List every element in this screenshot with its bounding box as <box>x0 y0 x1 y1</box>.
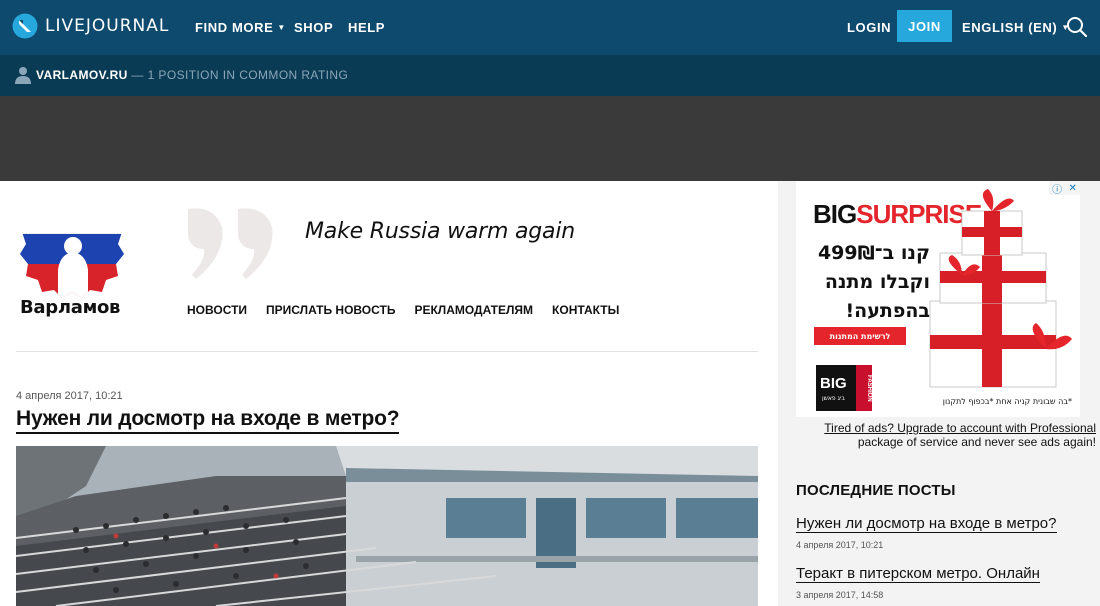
search-icon[interactable] <box>1066 16 1088 38</box>
adchoices-icon[interactable]: ⓘ <box>1052 181 1062 196</box>
advertisement[interactable]: BIGSURPRISE קנו ב־499₪ וקבלו מתנה בהפתעה… <box>796 181 1080 417</box>
recent-post-date: 4 апреля 2017, 10:21 <box>796 540 884 550</box>
language-label: ENGLISH (EN) <box>962 20 1058 35</box>
livejournal-logo[interactable]: LIVEJOURNAL <box>12 13 169 39</box>
gift-boxes-image <box>929 189 1072 388</box>
russian-flag-logo-icon <box>20 204 124 298</box>
recent-post-item: Нужен ли досмотр на входе в метро? 4 апр… <box>796 513 1086 550</box>
ad-brand-sub: ביג פאשן <box>822 395 845 402</box>
user-icon <box>15 67 31 84</box>
ad-line: בהפתעה! <box>845 300 931 322</box>
post-title[interactable]: Нужен ли досмотр на входе в метро? <box>16 406 400 434</box>
journal-info: VARLAMOV.RU — 1 POSITION IN COMMON RATIN… <box>36 68 348 82</box>
ad-title-big: BIG <box>813 199 857 229</box>
top-navigation-bar: LIVEJOURNAL FIND MORE ▼ SHOP HELP LOGIN … <box>0 0 1100 55</box>
header-banner <box>0 96 1100 181</box>
nav-help[interactable]: HELP <box>348 0 385 55</box>
join-label: JOIN <box>908 18 941 34</box>
quote-icon <box>188 208 273 279</box>
nav-shop[interactable]: SHOP <box>294 0 333 55</box>
site-navigation: НОВОСТИ ПРИСЛАТЬ НОВОСТЬ РЕКЛАМОДАТЕЛЯМ … <box>187 303 619 317</box>
journal-info-bar: VARLAMOV.RU — 1 POSITION IN COMMON RATIN… <box>0 55 1100 96</box>
post-date: 4 апреля 2017, 10:21 <box>16 390 123 402</box>
language-selector[interactable]: ENGLISH (EN) ▼ <box>962 0 1070 55</box>
nav-find-more[interactable]: FIND MORE ▼ <box>195 0 286 55</box>
upgrade-text: package of service and never see ads aga… <box>857 435 1096 449</box>
recent-post-item: Теракт в питерском метро. Онлайн 3 апрел… <box>796 563 1086 600</box>
upgrade-link[interactable]: Tired of ads? Upgrade to account with Pr… <box>824 421 1096 435</box>
nav-find-more-label: FIND MORE <box>195 20 274 35</box>
recent-post-link[interactable]: Нужен ли досмотр на входе в метро? <box>796 515 1057 533</box>
site-logo[interactable]: Варламов <box>20 200 128 318</box>
recent-posts-heading: ПОСЛЕДНИЕ ПОСТЫ <box>796 482 956 499</box>
ad-hebrew-text: קנו ב־499₪ וקבלו מתנה בהפתעה! <box>814 239 930 326</box>
ad-footnote: *בה שבונית קניה אחת *בכפוף לתקנון <box>942 397 1072 406</box>
ad-line: וקבלו מתנה <box>824 271 930 293</box>
nav-news[interactable]: НОВОСТИ <box>187 303 247 317</box>
site-slogan: Make Russia warm again <box>305 219 575 244</box>
join-button[interactable]: JOIN <box>897 10 952 42</box>
nav-send-news[interactable]: ПРИСЛАТЬ НОВОСТЬ <box>266 303 395 317</box>
post-image-metro-crowd[interactable] <box>16 446 758 606</box>
nav-help-label: HELP <box>348 20 386 35</box>
nav-shop-label: SHOP <box>294 20 334 35</box>
nav-contacts[interactable]: КОНТАКТЫ <box>552 303 619 317</box>
ad-upgrade-notice: Tired of ads? Upgrade to account with Pr… <box>786 421 1096 449</box>
rating-text: — 1 POSITION IN COMMON RATING <box>131 68 349 82</box>
ad-line: קנו ב־499₪ <box>817 242 930 264</box>
close-icon[interactable]: ✕ <box>1068 183 1076 194</box>
ad-brand-vertical: FASHION <box>866 374 872 402</box>
ad-choices[interactable]: ⓘ ✕ <box>1049 181 1080 196</box>
livejournal-logo-icon <box>12 13 38 39</box>
nav-advertisers[interactable]: РЕКЛАМОДАТЕЛЯМ <box>414 303 533 317</box>
divider <box>16 351 758 352</box>
journal-name-link[interactable]: VARLAMOV.RU <box>36 68 128 82</box>
ad-brand-text: BIG <box>820 375 847 392</box>
login-link[interactable]: LOGIN <box>847 0 891 55</box>
recent-post-date: 3 апреля 2017, 14:58 <box>796 590 884 600</box>
recent-post-link[interactable]: Теракт в питерском метро. Онлайн <box>796 565 1040 583</box>
ad-cta-button[interactable]: לרשימת המתנות <box>814 327 906 345</box>
login-label: LOGIN <box>847 20 892 35</box>
logo-text: LIVEJOURNAL <box>45 16 170 36</box>
chevron-down-icon: ▼ <box>277 23 286 32</box>
site-logo-name: Варламов <box>20 297 121 318</box>
